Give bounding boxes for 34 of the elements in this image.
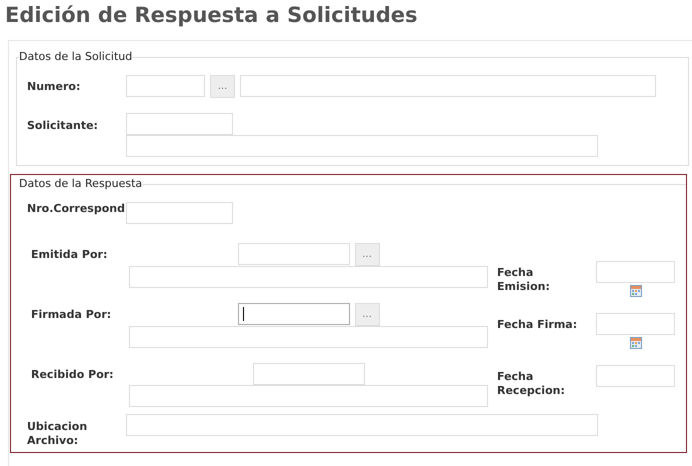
field-label: Fecha Firma: xyxy=(497,317,578,333)
field-label: Solicitante: xyxy=(27,118,99,134)
input-field[interactable] xyxy=(126,113,233,135)
input-field[interactable] xyxy=(240,75,656,97)
input-field[interactable] xyxy=(126,135,598,157)
input-field[interactable] xyxy=(129,326,488,348)
input-field[interactable] xyxy=(238,303,350,325)
page-title: Edición de Respuesta a Solicitudes xyxy=(5,2,418,29)
field-label: Fecha Recepcion: xyxy=(497,369,566,399)
input-field[interactable] xyxy=(596,365,675,387)
panel-legend: Datos de la Solicitud xyxy=(19,50,132,64)
text-cursor xyxy=(242,307,244,321)
input-field[interactable] xyxy=(596,261,675,283)
calendar-icon xyxy=(630,337,642,349)
lookup-button[interactable]: ... xyxy=(354,303,380,326)
input-field[interactable] xyxy=(238,243,350,265)
input-field[interactable] xyxy=(126,414,598,436)
field-label: Fecha Emision: xyxy=(497,265,551,295)
input-field[interactable] xyxy=(129,266,488,288)
panel-legend: Datos de la Respuesta xyxy=(19,177,142,191)
field-label: Numero: xyxy=(27,79,82,95)
lookup-button[interactable]: ... xyxy=(354,243,380,266)
calendar-icon xyxy=(630,285,642,297)
field-label: Recibido Por: xyxy=(31,367,115,383)
lookup-button[interactable]: ... xyxy=(210,75,235,98)
input-field[interactable] xyxy=(129,385,488,407)
input-field[interactable] xyxy=(126,202,233,224)
field-label: Emitida Por: xyxy=(31,247,108,263)
field-label: Firmada Por: xyxy=(31,307,112,323)
input-field[interactable] xyxy=(596,313,675,335)
field-label: Ubicacion Archivo: xyxy=(27,419,88,448)
input-field[interactable] xyxy=(252,363,364,385)
input-field[interactable] xyxy=(126,75,205,97)
field-label: Nro.Correspond xyxy=(27,202,126,217)
